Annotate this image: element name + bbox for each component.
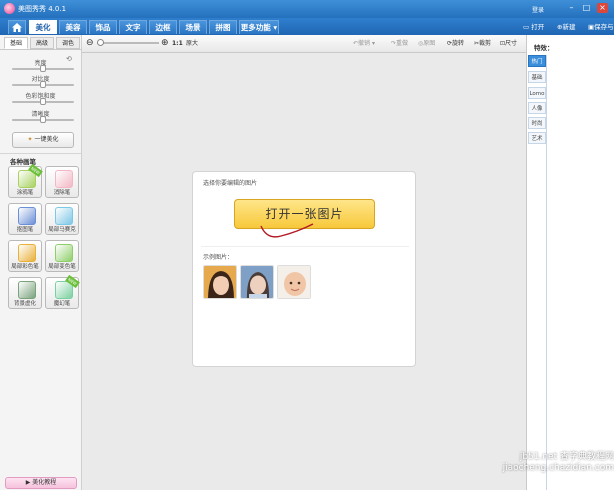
open-action[interactable]: ▭ 打开 [523,21,544,33]
sharpness-slider[interactable] [12,116,74,123]
original-image-button[interactable]: ◎原图 [418,38,435,49]
background-blur-button[interactable]: 背景虚化 [8,277,42,309]
select-image-prompt: 选择你要编辑的图片 [203,180,258,187]
effects-tab-lomo[interactable]: Lomo [528,87,546,99]
cutout-pen-button[interactable]: 抠图笔 [8,203,42,235]
zoom-slider-knob[interactable] [97,39,104,46]
tab-text[interactable]: 文字 [119,20,147,34]
sample-images-label: 示例图片： [203,254,234,261]
tab-more-functions[interactable]: 更多功能 ▾ [239,20,279,34]
eraser-pen-icon [55,170,73,188]
minimize-button[interactable]: – [566,3,577,13]
brush-label: 抠图笔 [16,227,34,233]
tab-collage[interactable]: 拼图 [209,20,237,34]
app-title: 美图秀秀 4.0.1 [18,5,67,13]
watermark: jb51.net 查字典教程网 jiaocheng.chazidian.com [502,452,614,473]
login-link[interactable]: 登录 [532,5,544,14]
effects-panel: 特效： 热门 基础 Lomo 人像 时尚 艺术 [526,35,614,490]
tab-border[interactable]: 边框 [149,20,177,34]
contrast-knob[interactable] [40,81,46,88]
sample-image-3[interactable] [277,265,311,299]
home-tab[interactable] [8,20,26,34]
tab-makeup[interactable]: 美容 [59,20,87,34]
undo-button[interactable]: ↶撤销 ▾ [353,38,375,49]
saturation-knob[interactable] [40,98,46,105]
new-action[interactable]: ⊕新建 [557,21,575,33]
subtab-divider [0,49,81,50]
folder-icon: ▭ [523,23,530,31]
effects-tab-basic[interactable]: 基础 [528,71,546,83]
sample-portrait-2 [241,266,273,298]
open-image-card: 选择你要编辑的图片 打开一张图片 示例图片： [192,171,416,367]
left-panel: 基础 高级 调色 ⟲ 亮度 对比度 色彩饱和度 清晰度 ✦ 一键美化 各种画笔 … [0,35,82,490]
brush-label: 涂鸦笔 [16,190,34,196]
main-tab-bar: 美化 美容 饰品 文字 边框 场景 拼图 更多功能 ▾ ▭ 打开 ⊕新建 ▣保存… [0,18,614,35]
sharpness-knob[interactable] [40,116,46,123]
title-bar: 美图秀秀 4.0.1 登录 – □ × [0,0,614,18]
partial-recolor-pen-icon [55,244,73,262]
effects-tab-art[interactable]: 艺术 [528,132,546,144]
sample-portrait-3 [278,266,310,298]
effects-tab-fashion[interactable]: 时尚 [528,117,546,129]
effects-tab-portrait[interactable]: 人像 [528,102,546,114]
effects-title: 特效： [534,44,554,52]
auto-beautify-button[interactable]: ✦ 一键美化 [12,132,74,148]
partial-mosaic-button[interactable]: 局部马赛克 [45,203,79,235]
contrast-slider[interactable] [12,81,74,88]
doodle-pen-button[interactable]: 涂鸦笔 NEW [8,163,43,198]
zoom-ratio[interactable]: 1:1 [172,38,183,49]
saturation-slider[interactable] [12,98,74,105]
maximize-button[interactable]: □ [581,3,592,13]
zoom-out-icon[interactable]: ⊖ [86,38,94,48]
sample-portrait-1 [204,266,236,298]
sample-image-1[interactable] [203,265,237,299]
brightness-slider[interactable] [12,65,74,72]
brush-label: 背景虚化 [13,301,36,307]
section-divider [0,153,81,154]
partial-color-pen-icon [18,244,36,262]
tutorial-icon: ▶ [25,479,31,486]
resize-button[interactable]: ⊡尺寸 [500,38,517,49]
brightness-knob[interactable] [40,65,46,72]
effects-tab-hot[interactable]: 热门 [528,55,546,67]
tab-scene[interactable]: 场景 [179,20,207,34]
background-blur-icon [18,281,36,299]
magic-pen-button[interactable]: 魔幻笔 NEW [45,274,80,309]
edit-toolbar: ⊖ ⊕ 1:1 原大 ↶撤销 ▾ ↷重做 ◎原图 ⟳旋转 ✂裁剪 ⊡尺寸 [0,35,614,53]
effects-tab-rail [546,55,547,490]
brush-label: 魔幻笔 [53,301,71,307]
partial-color-pen-button[interactable]: 局部彩色笔 [8,240,42,272]
brush-label: 局部马赛克 [48,227,76,233]
click-arrow-icon [260,223,314,238]
save-share-action[interactable]: ▣保存与分享 [588,21,614,33]
subtab-advanced[interactable]: 高级 [30,37,54,49]
card-divider [201,246,409,247]
redo-button[interactable]: ↷重做 [391,38,408,49]
close-button[interactable]: × [597,3,608,13]
beautify-tutorial-button[interactable]: ▶ 美化教程 [5,477,77,489]
tab-accessories[interactable]: 饰品 [89,20,117,34]
brush-label: 消除笔 [53,190,71,196]
magic-wand-icon: ✦ [27,136,33,143]
app-logo-icon [4,3,15,14]
original-size-button[interactable]: 原大 [186,38,198,49]
partial-mosaic-icon [55,207,73,225]
tab-beautify[interactable]: 美化 [29,20,57,34]
rotate-button[interactable]: ⟳旋转 [447,38,464,49]
eraser-pen-button[interactable]: 消除笔 [45,166,79,198]
brush-label: 局部彩色笔 [11,264,39,270]
brush-label: 局部变色笔 [48,264,76,270]
cutout-pen-icon [18,207,36,225]
crop-button[interactable]: ✂裁剪 [474,38,491,49]
zoom-in-icon[interactable]: ⊕ [161,38,169,48]
zoom-slider[interactable] [97,39,159,46]
subtab-color[interactable]: 调色 [56,37,80,49]
sample-image-2[interactable] [240,265,274,299]
home-icon [12,23,22,32]
subtab-basic[interactable]: 基础 [4,37,28,49]
partial-recolor-pen-button[interactable]: 局部变色笔 [45,240,79,272]
